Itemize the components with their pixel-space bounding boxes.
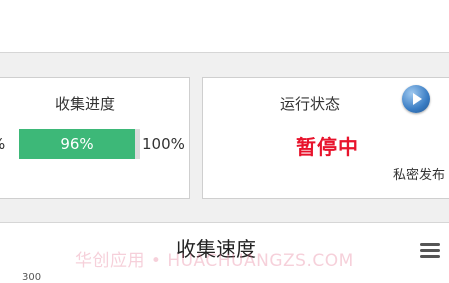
progress-min-label: % <box>0 135 5 153</box>
menu-icon-line <box>420 255 440 258</box>
status-state: 暂停中 <box>296 135 359 159</box>
progress-bar: 96% <box>19 129 140 159</box>
y-axis-tick: 300 <box>22 272 42 283</box>
play-icon <box>413 93 422 105</box>
private-publish-label[interactable]: 私密发布 <box>393 164 445 183</box>
menu-icon-line <box>420 249 440 252</box>
progress-card: 收集进度 % 96% 100% <box>0 77 190 199</box>
status-card: 运行状态 暂停中 私密发布 <box>202 77 449 199</box>
top-bar <box>0 0 449 53</box>
play-button[interactable] <box>402 85 430 113</box>
progress-card-title: 收集进度 <box>55 95 116 113</box>
status-card-title: 运行状态 <box>280 95 341 113</box>
watermark: 华创应用 • HUACHUANGZS.COM <box>75 251 354 271</box>
progress-max-label: 100% <box>142 135 185 153</box>
progress-bar-value: 96% <box>60 135 94 153</box>
menu-icon[interactable] <box>420 243 440 259</box>
menu-icon-line <box>420 243 440 246</box>
speed-chart-card: 收集速度 华创应用 • HUACHUANGZS.COM 300 <box>0 222 449 283</box>
